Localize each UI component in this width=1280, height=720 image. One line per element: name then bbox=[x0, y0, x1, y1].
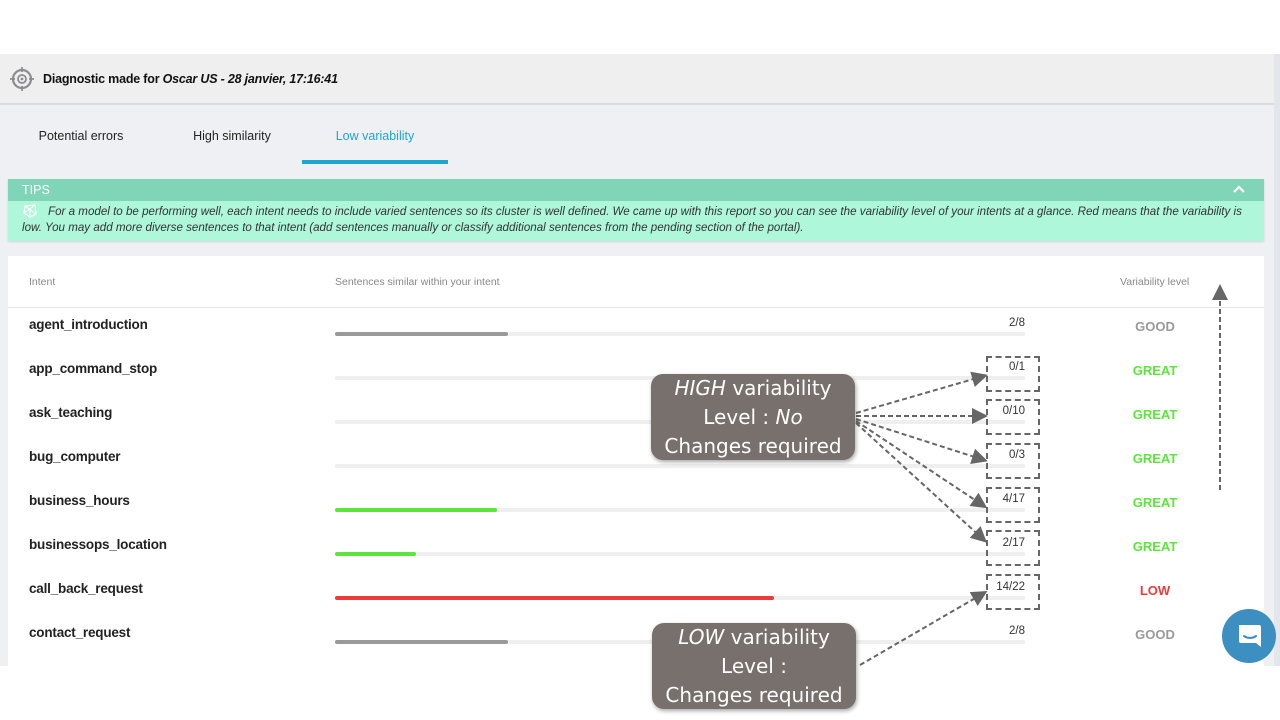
diagnostic-prefix: Diagnostic made for bbox=[43, 71, 160, 86]
table-row[interactable]: app_command_stop 0/1 GREAT bbox=[8, 352, 1264, 396]
callout-low-em: LOW bbox=[678, 625, 725, 649]
intent-name[interactable]: app_command_stop bbox=[29, 361, 157, 376]
variability-level-badge: GREAT bbox=[1132, 495, 1178, 510]
tab-high-similarity[interactable]: High similarity bbox=[162, 107, 302, 165]
tips-panel: TIPS For a model to be performing well, … bbox=[8, 179, 1264, 241]
callout-high-line2: Level : bbox=[703, 405, 776, 429]
table-row[interactable]: business_hours 4/17 GREAT bbox=[8, 484, 1264, 528]
variability-level-badge: GREAT bbox=[1132, 407, 1178, 422]
similarity-bar-fill bbox=[335, 640, 508, 644]
intent-name[interactable]: bug_computer bbox=[29, 449, 121, 464]
tips-title: TIPS bbox=[22, 183, 50, 197]
table-row[interactable]: bug_computer 0/3 GREAT bbox=[8, 440, 1264, 484]
table-row[interactable]: call_back_request 14/22 LOW bbox=[8, 572, 1264, 616]
column-header-sentences[interactable]: Sentences similar within your intent bbox=[335, 276, 500, 288]
tips-text: For a model to be performing well, each … bbox=[22, 205, 1242, 234]
crosshair-icon bbox=[10, 66, 34, 91]
chevron-up-icon[interactable] bbox=[1232, 182, 1246, 196]
app-container: Diagnostic made for Oscar US - 28 janvie… bbox=[0, 54, 1280, 666]
column-header-intent[interactable]: Intent bbox=[29, 276, 55, 288]
table-header: Intent Sentences similar within your int… bbox=[8, 256, 1264, 308]
intent-name[interactable]: businessops_location bbox=[29, 537, 167, 552]
similarity-bar bbox=[335, 332, 1025, 336]
highlight-box-0-10 bbox=[986, 399, 1040, 435]
intent-name[interactable]: business_hours bbox=[29, 493, 130, 508]
diagnostic-header: Diagnostic made for Oscar US - 28 janvie… bbox=[0, 54, 1280, 105]
variability-level-badge: GOOD bbox=[1135, 319, 1175, 334]
table-row[interactable]: agent_introduction 2/8 GOOD bbox=[8, 308, 1264, 352]
variability-level-badge: GREAT bbox=[1132, 539, 1178, 554]
tips-body: For a model to be performing well, each … bbox=[8, 201, 1264, 241]
table-row[interactable]: ask_teaching 0/10 GREAT bbox=[8, 396, 1264, 440]
variability-level-badge: GREAT bbox=[1132, 451, 1178, 466]
similarity-bar bbox=[335, 464, 1025, 468]
chat-icon bbox=[1239, 625, 1261, 647]
similarity-bar-fill bbox=[335, 596, 775, 600]
intent-name[interactable]: call_back_request bbox=[29, 581, 143, 596]
tab-bar: Potential errors High similarity Low var… bbox=[0, 107, 1270, 165]
intent-name[interactable]: contact_request bbox=[29, 625, 130, 640]
variability-table: Intent Sentences similar within your int… bbox=[8, 256, 1264, 666]
intent-name[interactable]: ask_teaching bbox=[29, 405, 112, 420]
callout-low-line1: variability bbox=[724, 625, 830, 649]
tips-header[interactable]: TIPS bbox=[8, 179, 1264, 201]
table-row[interactable]: contact_request 2/8 GOOD bbox=[8, 616, 1264, 660]
highlight-box-0-1 bbox=[986, 356, 1040, 392]
diagnostic-target: Oscar US - 28 janvier, 17:16:41 bbox=[162, 71, 338, 86]
intent-name[interactable]: agent_introduction bbox=[29, 317, 148, 332]
callout-low-line3: Changes required bbox=[665, 683, 843, 707]
callout-high-line2-em: No bbox=[775, 405, 803, 429]
similarity-bar-fill bbox=[335, 508, 498, 512]
table-row[interactable]: businessops_location 2/17 GREAT bbox=[8, 528, 1264, 572]
callout-low-line2: Level : bbox=[721, 654, 787, 678]
similarity-bar-fill bbox=[335, 552, 417, 556]
similarity-bar bbox=[335, 552, 1025, 556]
diagnostic-title: Diagnostic made for Oscar US - 28 janvie… bbox=[43, 72, 338, 86]
similarity-bar-fill bbox=[335, 332, 508, 336]
callout-high-em: HIGH bbox=[674, 376, 726, 400]
similarity-bar bbox=[335, 596, 1025, 600]
callout-low-variability: LOW variability Level : Changes required bbox=[652, 623, 856, 709]
chat-button[interactable] bbox=[1222, 609, 1276, 663]
tab-low-variability[interactable]: Low variability bbox=[302, 107, 448, 165]
highlight-box-2-17 bbox=[986, 530, 1040, 566]
callout-high-variability: HIGH variability Level : No Changes requ… bbox=[651, 374, 855, 460]
similarity-count: 2/8 bbox=[1009, 317, 1025, 329]
similarity-count: 2/8 bbox=[1009, 625, 1025, 637]
highlight-box-4-17 bbox=[986, 487, 1040, 523]
highlight-box-0-3 bbox=[986, 443, 1040, 479]
variability-level-badge: GREAT bbox=[1132, 363, 1178, 378]
column-header-level[interactable]: Variability level bbox=[1120, 276, 1189, 288]
highlight-box-14-22 bbox=[986, 574, 1040, 610]
similarity-bar bbox=[335, 508, 1025, 512]
variability-level-badge: GOOD bbox=[1135, 627, 1175, 642]
tab-potential-errors[interactable]: Potential errors bbox=[0, 107, 162, 165]
network-icon bbox=[23, 204, 37, 218]
scrollbar[interactable] bbox=[1274, 54, 1280, 666]
callout-high-line3: Changes required bbox=[664, 434, 842, 458]
callout-high-line1: variability bbox=[725, 376, 832, 400]
variability-level-badge: LOW bbox=[1139, 583, 1171, 598]
